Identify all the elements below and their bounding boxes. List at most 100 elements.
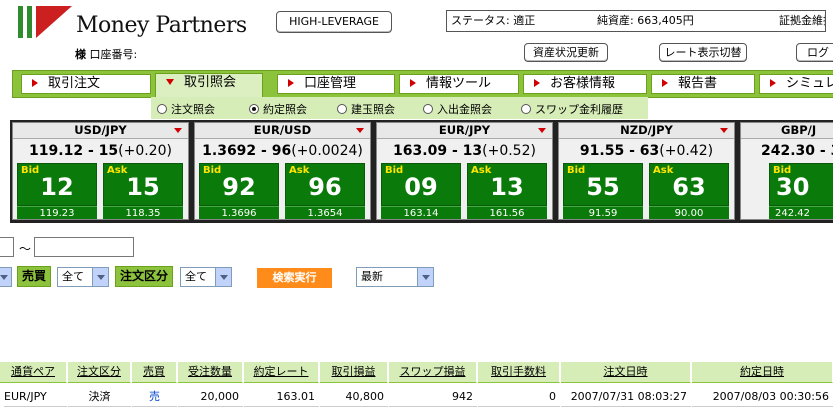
radio-icon[interactable]	[337, 104, 347, 114]
currency-pair-selector[interactable]: NZD/JPY	[559, 123, 734, 139]
arrow-right-icon	[770, 79, 776, 87]
cell-fee: 0	[478, 386, 560, 407]
bid-button[interactable]: Bid 12	[17, 163, 97, 206]
cell-pl: 40,800	[320, 386, 388, 407]
cell-exec-time: 2007/08/03 00:30:56	[692, 386, 833, 407]
radio-icon[interactable]	[423, 104, 433, 114]
date-to-input[interactable]	[34, 237, 134, 257]
rate-price: 242.30 - 3	[761, 143, 833, 159]
cell-pair: EUR/JPY	[4, 386, 67, 407]
currency-pair-selector[interactable]: USD/JPY	[13, 123, 188, 139]
ask-button[interactable]: Ask 15	[103, 163, 183, 206]
subnav-deposit-inquiry[interactable]: 入出金照会	[423, 101, 492, 117]
cell-order-type: 決済	[68, 386, 131, 407]
dropdown-icon[interactable]	[720, 128, 728, 133]
dropdown-arrow-icon[interactable]	[92, 268, 108, 286]
buy-sell-label: 売買	[17, 266, 52, 287]
rate-price: 91.55 - 63(+0.42)	[579, 143, 714, 159]
arrow-down-icon	[166, 79, 174, 85]
nav-customer-info[interactable]: お客様情報	[523, 74, 647, 94]
subnav-swap-history[interactable]: スワップ金利履歴	[521, 101, 623, 117]
dropdown-icon[interactable]	[356, 128, 364, 133]
subnav-order-inquiry[interactable]: 注文照会	[157, 101, 215, 117]
radio-checked-icon[interactable]	[249, 104, 259, 114]
radio-icon[interactable]	[521, 104, 531, 114]
rate-board: USD/JPY 119.12 - 15(+0.20) Bid 12 Ask 15 1…	[10, 120, 833, 223]
order-type-select[interactable]: 全て	[180, 267, 232, 287]
currency-pair-selector[interactable]: GBP/J	[741, 123, 833, 139]
col-header-rate[interactable]: 約定レート	[244, 362, 319, 383]
nav-trade-inquiry[interactable]: 取引照会	[155, 73, 263, 98]
logo-mark-icon	[18, 6, 72, 38]
col-header-fee[interactable]: 取引手数料	[478, 362, 560, 383]
bid-button[interactable]: Bid 92	[199, 163, 279, 206]
rate-panel: EUR/USD 1.3692 - 96(+0.0024) Bid 92 Ask 96…	[194, 122, 371, 220]
rate-panel: GBP/J 242.30 - 3 Bid 30 242.42	[740, 122, 833, 220]
bid-sub-value: 119.23	[17, 206, 97, 219]
cell-order-time: 2007/07/31 08:03:27	[561, 386, 691, 407]
bid-button[interactable]: Bid 09	[381, 163, 461, 206]
search-execute-button[interactable]: 検索実行	[257, 268, 332, 288]
high-leverage-button[interactable]: HIGH-LEVERAGE	[276, 11, 392, 33]
subnav-position-inquiry[interactable]: 建玉照会	[337, 101, 395, 117]
arrow-right-icon	[534, 79, 540, 87]
dropdown-arrow-icon[interactable]	[0, 268, 11, 286]
main-nav: 取引注文 取引照会 口座管理 情報ツール お客様情報 報告書 シミュレ	[12, 70, 833, 98]
rate-display-toggle-button[interactable]: レート表示切替	[659, 43, 747, 62]
date-range-separator: ～	[19, 242, 32, 256]
nav-account-management[interactable]: 口座管理	[277, 74, 395, 94]
dropdown-icon[interactable]	[174, 128, 182, 133]
rate-panel: EUR/JPY 163.09 - 13(+0.52) Bid 09 Ask 13 1…	[376, 122, 553, 220]
ask-button[interactable]: Ask 13	[467, 163, 547, 206]
dropdown-arrow-icon[interactable]	[215, 268, 231, 286]
nav-trade-order[interactable]: 取引注文	[21, 74, 151, 94]
bid-sub-value: 242.42	[769, 206, 833, 219]
col-header-order-time[interactable]: 注文日時	[561, 362, 691, 383]
ask-button[interactable]: Ask 96	[285, 163, 365, 206]
cell-side: 売	[132, 386, 177, 407]
rate-price: 1.3692 - 96(+0.0024)	[202, 143, 363, 159]
radio-icon[interactable]	[157, 104, 167, 114]
brand-name: Money Partners	[76, 13, 247, 38]
bid-sub-value: 163.14	[381, 206, 461, 219]
account-number-label: 様 口座番号:	[75, 48, 138, 61]
nav-simulation[interactable]: シミュレ	[759, 74, 833, 94]
rate-panel: NZD/JPY 91.55 - 63(+0.42) Bid 55 Ask 63 91…	[558, 122, 735, 220]
cell-quantity: 20,000	[178, 386, 243, 407]
currency-pair-selector[interactable]: EUR/JPY	[377, 123, 552, 139]
nav-reports[interactable]: 報告書	[651, 74, 755, 94]
col-header-swap[interactable]: スワップ損益	[389, 362, 477, 383]
arrow-right-icon	[288, 79, 294, 87]
account-status-bar: ステータス: 適正 純資産: 663,405円 証拠金維持	[446, 10, 826, 32]
col-header-side[interactable]: 売買	[132, 362, 177, 383]
arrow-right-icon	[662, 79, 668, 87]
sort-order-select[interactable]: 最新	[356, 267, 434, 287]
rate-price: 119.12 - 15(+0.20)	[29, 143, 172, 159]
col-header-exec-time[interactable]: 約定日時	[692, 362, 833, 383]
partial-select[interactable]	[0, 267, 12, 287]
dropdown-arrow-icon[interactable]	[417, 268, 433, 286]
cell-rate: 163.01	[244, 386, 319, 407]
bid-button[interactable]: Bid 55	[563, 163, 643, 206]
ask-sub-value: 90.00	[649, 206, 729, 219]
buy-sell-select[interactable]: 全て	[57, 267, 109, 287]
col-header-pl[interactable]: 取引損益	[320, 362, 388, 383]
nav-info-tools[interactable]: 情報ツール	[399, 74, 519, 94]
arrow-right-icon	[410, 79, 416, 87]
col-header-pair[interactable]: 通貨ペア	[0, 362, 67, 383]
bid-button[interactable]: Bid 30	[769, 163, 833, 206]
ask-sub-value: 161.56	[467, 206, 547, 219]
col-header-order-type[interactable]: 注文区分	[68, 362, 131, 383]
rate-price: 163.09 - 13(+0.52)	[393, 143, 536, 159]
col-header-quantity[interactable]: 受注数量	[178, 362, 243, 383]
subnav-execution-inquiry[interactable]: 約定照会	[249, 101, 307, 117]
arrow-right-icon	[32, 79, 38, 87]
date-from-input[interactable]	[0, 237, 14, 257]
rate-panel: USD/JPY 119.12 - 15(+0.20) Bid 12 Ask 15 1…	[12, 122, 189, 220]
dropdown-icon[interactable]	[538, 128, 546, 133]
currency-pair-selector[interactable]: EUR/USD	[195, 123, 370, 139]
ask-button[interactable]: Ask 63	[649, 163, 729, 206]
asset-status-update-button[interactable]: 資産状況更新	[524, 43, 608, 62]
logout-button[interactable]: ログ	[796, 43, 833, 62]
margin-ratio-text: 証拠金維持	[779, 14, 825, 27]
